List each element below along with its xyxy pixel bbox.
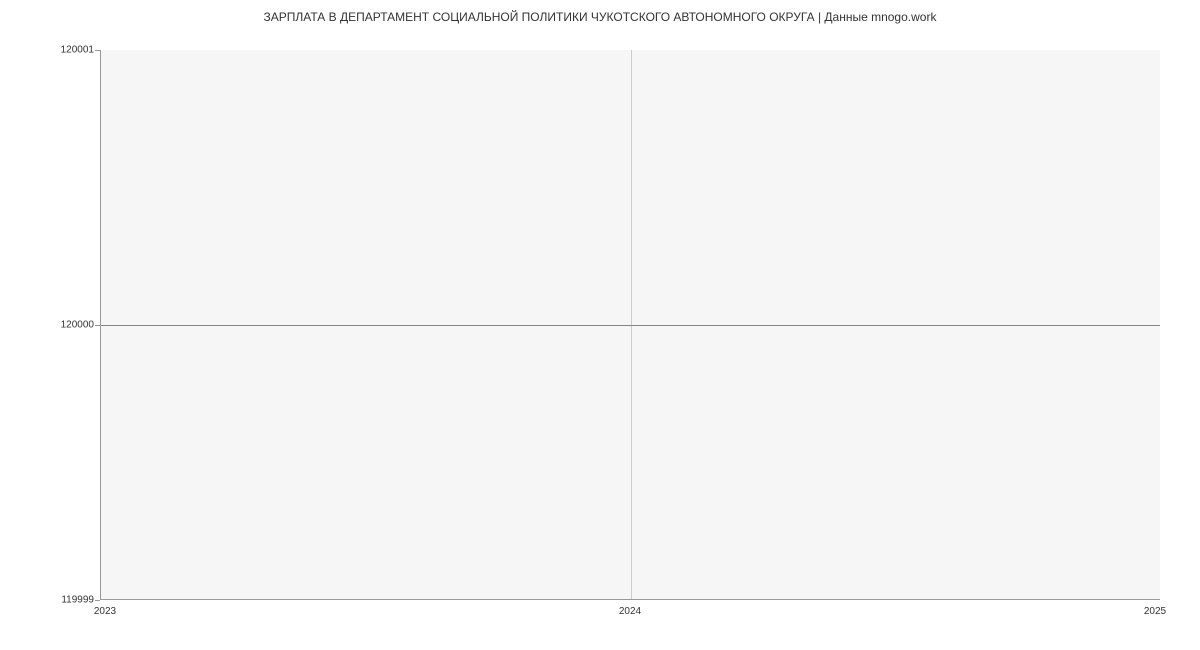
- y-tick-mark: [95, 600, 100, 601]
- chart-container: 120001 120000 119999 2023 2024 2025: [0, 30, 1200, 630]
- y-tick-label: 120000: [61, 320, 94, 331]
- y-tick-mark: [95, 50, 100, 51]
- x-tick-label: 2025: [1144, 606, 1166, 617]
- y-tick-label: 119999: [61, 595, 94, 606]
- y-tick-label: 120001: [61, 45, 94, 56]
- x-tick-label: 2024: [619, 606, 641, 617]
- x-tick-label: 2023: [94, 606, 116, 617]
- chart-title: ЗАРПЛАТА В ДЕПАРТАМЕНТ СОЦИАЛЬНОЙ ПОЛИТИ…: [0, 0, 1200, 24]
- plot-area: [100, 50, 1160, 600]
- data-line: [101, 325, 1160, 326]
- y-tick-mark: [95, 325, 100, 326]
